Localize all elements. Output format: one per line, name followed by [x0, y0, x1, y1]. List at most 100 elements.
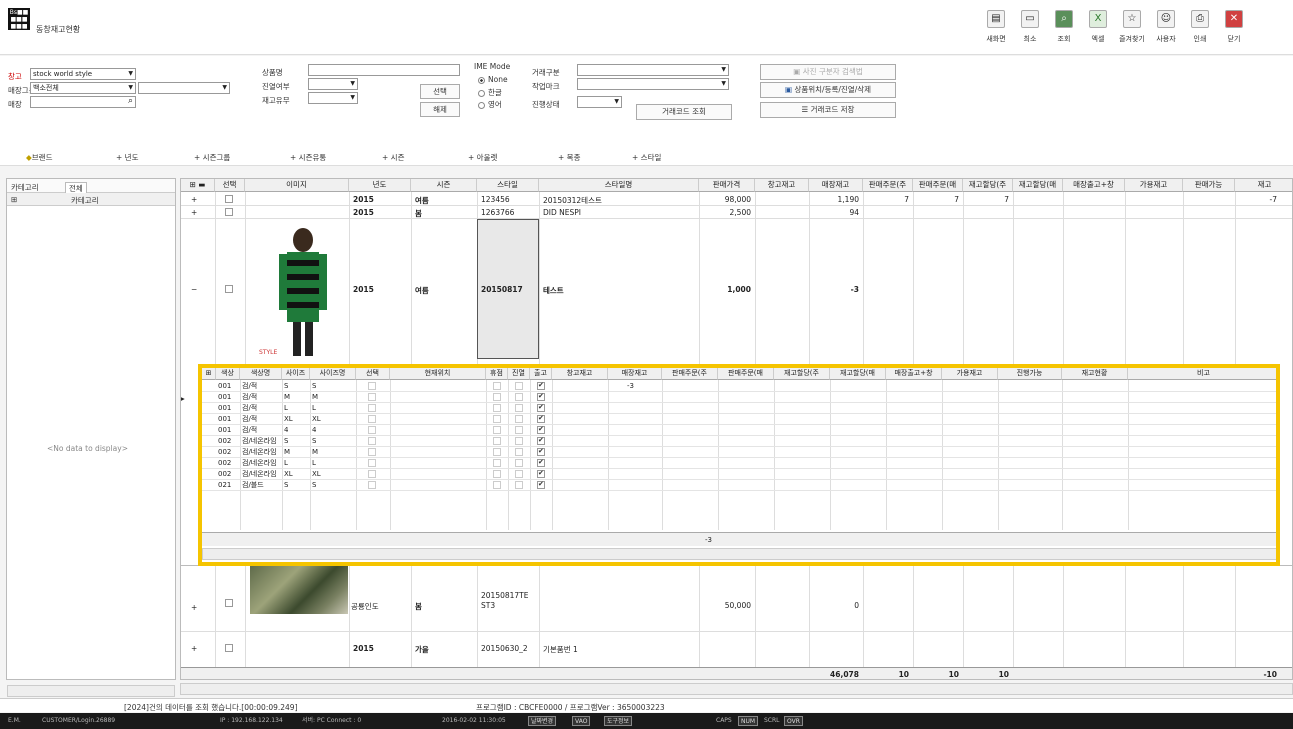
row-checkbox[interactable]	[368, 437, 376, 445]
store-input[interactable]: ⌕	[30, 96, 136, 108]
column-header[interactable]: 판매주문(주	[662, 368, 718, 380]
column-header[interactable]: 선택	[356, 368, 390, 380]
column-header[interactable]: 이미지	[245, 179, 349, 192]
group-select[interactable]: 백소전체 ▼	[30, 82, 136, 94]
row-checkbox[interactable]	[515, 481, 523, 489]
date-change-button[interactable]: 날짜변경	[528, 716, 557, 726]
tab-outlet[interactable]: + 아울렛	[468, 152, 497, 163]
table-row[interactable]: 001 검/적 XL XL	[202, 414, 1276, 425]
minimize-button[interactable]: ▭ 최소	[1013, 10, 1047, 50]
row-checkbox[interactable]	[493, 481, 501, 489]
user-button[interactable]: ☺ 사용자	[1149, 10, 1183, 50]
table-row[interactable]: 002 검/네온라임 S S	[202, 436, 1276, 447]
column-header[interactable]: 현재위치	[390, 368, 486, 380]
column-header[interactable]: 매장재고	[809, 179, 863, 192]
tab-year[interactable]: + 년도	[116, 152, 138, 163]
column-header[interactable]: 색상명	[240, 368, 282, 380]
column-header[interactable]: 색상	[216, 368, 240, 380]
row-checkbox[interactable]	[537, 436, 545, 445]
table-row[interactable]: 001검/적SS -3	[202, 381, 1276, 392]
photo-search-button[interactable]: ▣ 사진 구분자 검색법	[760, 64, 896, 80]
column-header[interactable]: 재고	[1235, 179, 1292, 192]
vao-button[interactable]: VAO	[572, 716, 591, 726]
row-checkbox[interactable]	[225, 644, 233, 652]
row-checkbox[interactable]	[493, 382, 501, 390]
tab-category[interactable]: 카테고리	[11, 182, 39, 193]
column-header[interactable]: 매장재고	[608, 368, 662, 380]
search-icon[interactable]: ⌕	[128, 97, 133, 106]
row-checkbox[interactable]	[493, 426, 501, 434]
row-checkbox[interactable]	[368, 415, 376, 423]
table-row[interactable]: 021 검/블드 S S	[202, 480, 1276, 491]
column-header[interactable]: 재고할당(주	[963, 179, 1013, 192]
column-header[interactable]: 선택	[215, 179, 245, 192]
column-header[interactable]: 스타일명	[539, 179, 699, 192]
column-header[interactable]: 진행가능	[998, 368, 1062, 380]
column-header[interactable]: 재고할당(매	[1013, 179, 1063, 192]
product-input[interactable]	[308, 64, 460, 76]
stock-select[interactable]: ▼	[308, 92, 358, 104]
row-checkbox[interactable]	[493, 415, 501, 423]
select-button[interactable]: 선택	[420, 84, 460, 99]
row-checkbox[interactable]	[537, 403, 545, 412]
type-select[interactable]: ▼	[577, 64, 729, 76]
new-window-button[interactable]: ▤ 새화면	[979, 10, 1013, 50]
row-checkbox[interactable]	[537, 381, 545, 390]
tab-style[interactable]: + 스타일	[632, 152, 661, 163]
column-header[interactable]: 비고	[1128, 368, 1276, 380]
column-header[interactable]: 판매가능	[1183, 179, 1235, 192]
column-header[interactable]: 매장출고+창	[1063, 179, 1125, 192]
print-button[interactable]: ⎙ 인쇄	[1183, 10, 1217, 50]
row-checkbox[interactable]	[515, 382, 523, 390]
column-header[interactable]: 가용재고	[1125, 179, 1183, 192]
display-select[interactable]: ▼	[308, 78, 358, 90]
column-header[interactable]: 재고할당(주	[774, 368, 830, 380]
table-row[interactable]: 001 검/적 L L	[202, 403, 1276, 414]
collapse-toggle[interactable]: −	[191, 285, 197, 294]
column-header[interactable]: 재고현황	[1062, 368, 1128, 380]
column-header[interactable]: 재고할당(매	[830, 368, 886, 380]
row-checkbox[interactable]	[493, 459, 501, 467]
horizontal-scrollbar[interactable]	[202, 548, 1276, 560]
column-header[interactable]: 스타일	[477, 179, 539, 192]
table-row[interactable]: 002 검/네온라임 M M	[202, 447, 1276, 458]
table-row[interactable]: 001 검/적 4 4	[202, 425, 1276, 436]
row-checkbox[interactable]	[368, 404, 376, 412]
close-button[interactable]: ✕ 닫기	[1217, 10, 1251, 50]
row-checkbox[interactable]	[537, 447, 545, 456]
row-checkbox[interactable]	[515, 470, 523, 478]
expand-toggle[interactable]: +	[191, 644, 197, 653]
row-checkbox[interactable]	[515, 448, 523, 456]
column-header[interactable]: 창고재고	[552, 368, 608, 380]
row-checkbox[interactable]	[515, 426, 523, 434]
column-header[interactable]: 가용재고	[942, 368, 998, 380]
row-checkbox[interactable]	[225, 195, 233, 203]
column-header[interactable]: 판매주문(주	[863, 179, 913, 192]
row-checkbox[interactable]	[537, 414, 545, 423]
warehouse-select[interactable]: stock world style ▼	[30, 68, 136, 80]
row-checkbox[interactable]	[368, 448, 376, 456]
table-row[interactable]: 002 검/네온라임 L L	[202, 458, 1276, 469]
expand-toggle[interactable]: +	[191, 208, 197, 217]
register-button[interactable]: 거래코드 조회	[636, 104, 732, 120]
row-checkbox[interactable]	[493, 470, 501, 478]
work-select[interactable]: ▼	[577, 78, 729, 90]
row-checkbox[interactable]	[225, 285, 233, 293]
ime-radio-korean[interactable]: 한글	[478, 87, 502, 98]
column-header[interactable]: 판매가격	[699, 179, 755, 192]
favorite-button[interactable]: ☆ 즐겨찾기	[1115, 10, 1149, 50]
column-header[interactable]: ⊞	[202, 368, 216, 380]
row-checkbox[interactable]	[537, 425, 545, 434]
row-checkbox[interactable]	[493, 404, 501, 412]
column-header[interactable]: 사이즈	[282, 368, 310, 380]
row-checkbox[interactable]	[368, 481, 376, 489]
tool-info-button[interactable]: 도구정보	[604, 716, 633, 726]
row-checkbox[interactable]	[368, 470, 376, 478]
tab-season[interactable]: + 시즌	[382, 152, 404, 163]
column-header[interactable]: ⊞ ▬	[181, 179, 215, 192]
column-header[interactable]: 출고	[530, 368, 552, 380]
tab-brand[interactable]: ◆브랜드	[26, 152, 52, 163]
row-checkbox[interactable]	[515, 393, 523, 401]
row-checkbox[interactable]	[537, 469, 545, 478]
row-checkbox[interactable]	[537, 480, 545, 489]
